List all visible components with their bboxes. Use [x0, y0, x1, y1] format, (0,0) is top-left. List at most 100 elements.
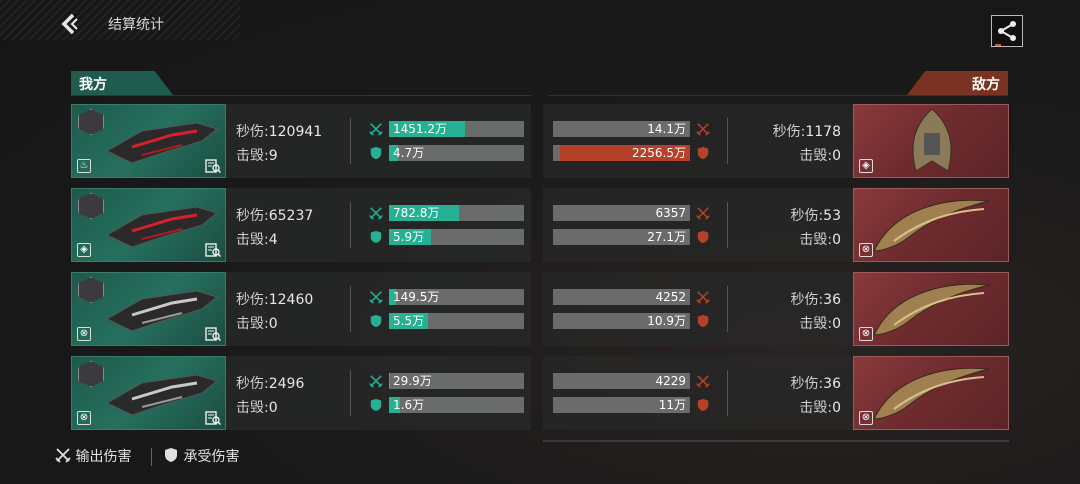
damage-taken-bar: 1.6万 — [389, 397, 524, 413]
dps-value: 65237 — [268, 208, 314, 224]
enemy-ship-card[interactable]: ⊗ — [853, 272, 1009, 346]
damage-taken-value: 5.5万 — [393, 314, 425, 328]
kills-label: 击毁: — [799, 400, 833, 416]
dps-stat: 秒伤:12460 — [236, 289, 313, 309]
ally-row: ⊗ 秒伤:12460 击毁:0 149.5万 5.5万 — [71, 272, 531, 346]
ally-header-line — [71, 95, 531, 96]
shield-icon — [697, 230, 709, 244]
crosshair-icon: ⊗ — [859, 243, 873, 257]
kills-stat: 击毁:0 — [236, 397, 278, 417]
details-icon[interactable] — [205, 411, 221, 425]
kills-label: 击毁: — [799, 232, 833, 248]
damage-taken-value: 5.9万 — [393, 230, 425, 244]
damage-dealt-bar: 14.1万 — [553, 121, 690, 137]
divider — [350, 118, 351, 164]
back-icon[interactable] — [58, 12, 82, 36]
damage-taken-bar: 10.9万 — [553, 313, 690, 329]
ally-ship-card[interactable]: ⊗ — [71, 272, 226, 346]
ally-ship-card[interactable]: ◈ — [71, 188, 226, 262]
kills-stat: 击毁:0 — [799, 313, 841, 333]
damage-dealt-value: 1451.2万 — [393, 122, 447, 136]
enemy-row: 4229 11万 秒伤:36 击毁:0 ⊗ — [543, 356, 1009, 430]
legend-taken: 承受伤害 — [163, 446, 239, 466]
dps-label: 秒伤: — [236, 292, 269, 308]
divider — [350, 286, 351, 332]
dps-stat: 秒伤:36 — [790, 289, 841, 309]
dps-stat: 秒伤:1178 — [773, 121, 841, 141]
damage-dealt-bar: 1451.2万 — [389, 121, 524, 137]
damage-taken-bar: 11万 — [553, 397, 690, 413]
shield-icon: ◈ — [77, 243, 91, 257]
damage-dealt-value: 149.5万 — [393, 290, 440, 304]
dps-stat: 秒伤:65237 — [236, 205, 313, 225]
damage-taken-value: 27.1万 — [647, 230, 686, 244]
shield-icon: ◈ — [859, 159, 873, 173]
legend-taken-label: 承受伤害 — [183, 449, 240, 465]
damage-dealt-bar: 29.9万 — [389, 373, 524, 389]
share-button[interactable] — [991, 15, 1023, 47]
dps-stat: 秒伤:120941 — [236, 121, 322, 141]
damage-dealt-fill — [389, 373, 391, 389]
swords-icon — [369, 291, 383, 304]
kills-label: 击毁: — [799, 148, 833, 164]
swords-icon — [369, 375, 383, 388]
crosshair-icon: ⊗ — [859, 411, 873, 425]
ship-image — [105, 206, 219, 248]
dps-stat: 秒伤:2496 — [236, 373, 304, 393]
damage-taken-value: 4.7万 — [393, 146, 425, 160]
dps-label: 秒伤: — [772, 124, 806, 140]
pilot-avatar — [78, 277, 104, 303]
kills-stat: 击毁:0 — [799, 229, 841, 249]
dps-stat: 秒伤:53 — [790, 205, 841, 225]
dps-label: 秒伤: — [236, 376, 269, 392]
ship-image — [105, 374, 219, 416]
damage-taken-bar: 5.9万 — [389, 229, 524, 245]
dps-label: 秒伤: — [790, 376, 824, 392]
details-icon[interactable] — [205, 159, 221, 173]
ship-image — [912, 108, 952, 172]
damage-taken-fill — [688, 313, 690, 329]
kills-label: 击毁: — [236, 148, 269, 164]
damage-taken-bar: 4.7万 — [389, 145, 524, 161]
ally-ship-card[interactable]: ♨ — [71, 104, 226, 178]
damage-dealt-bar: 4229 — [553, 373, 690, 389]
dps-label: 秒伤: — [236, 208, 269, 224]
kills-stat: 击毁:4 — [236, 229, 278, 249]
share-icon — [998, 21, 1016, 41]
kills-value: 4 — [268, 232, 278, 248]
enemy-ship-card[interactable]: ⊗ — [853, 188, 1009, 262]
flame-icon: ♨ — [77, 159, 91, 173]
enemy-ship-card[interactable]: ◈ — [853, 104, 1009, 178]
ally-header: 我方 — [71, 71, 173, 95]
ally-row: ◈ 秒伤:65237 击毁:4 782.8万 5.9万 — [71, 188, 531, 262]
dps-value: 36 — [823, 376, 841, 392]
ship-image — [873, 283, 990, 336]
kills-stat: 击毁:0 — [799, 145, 841, 165]
dps-label: 秒伤: — [790, 292, 824, 308]
damage-taken-fill — [688, 229, 690, 245]
dps-value: 12460 — [268, 292, 314, 308]
dps-value: 120941 — [268, 124, 323, 140]
enemy-ship-card[interactable]: ⊗ — [853, 356, 1009, 430]
dps-label: 秒伤: — [790, 208, 824, 224]
dps-value: 36 — [823, 292, 841, 308]
pilot-avatar — [78, 109, 104, 135]
kills-stat: 击毁:9 — [236, 145, 278, 165]
damage-dealt-bar: 149.5万 — [389, 289, 524, 305]
shield-icon — [370, 314, 382, 328]
shield-icon — [697, 314, 709, 328]
details-icon[interactable] — [205, 327, 221, 341]
divider — [727, 286, 728, 332]
damage-dealt-bar: 4252 — [553, 289, 690, 305]
damage-dealt-value: 4229 — [655, 374, 686, 388]
crosshair-icon: ⊗ — [859, 327, 873, 341]
details-icon[interactable] — [205, 243, 221, 257]
damage-taken-value: 11万 — [658, 398, 686, 412]
divider — [350, 370, 351, 416]
swords-icon — [696, 207, 710, 220]
ally-ship-card[interactable]: ⊗ — [71, 356, 226, 430]
enemy-header-line — [548, 95, 1008, 96]
damage-taken-bar: 2256.5万 — [553, 145, 690, 161]
kills-value: 9 — [268, 148, 278, 164]
dps-value: 1178 — [805, 124, 841, 140]
